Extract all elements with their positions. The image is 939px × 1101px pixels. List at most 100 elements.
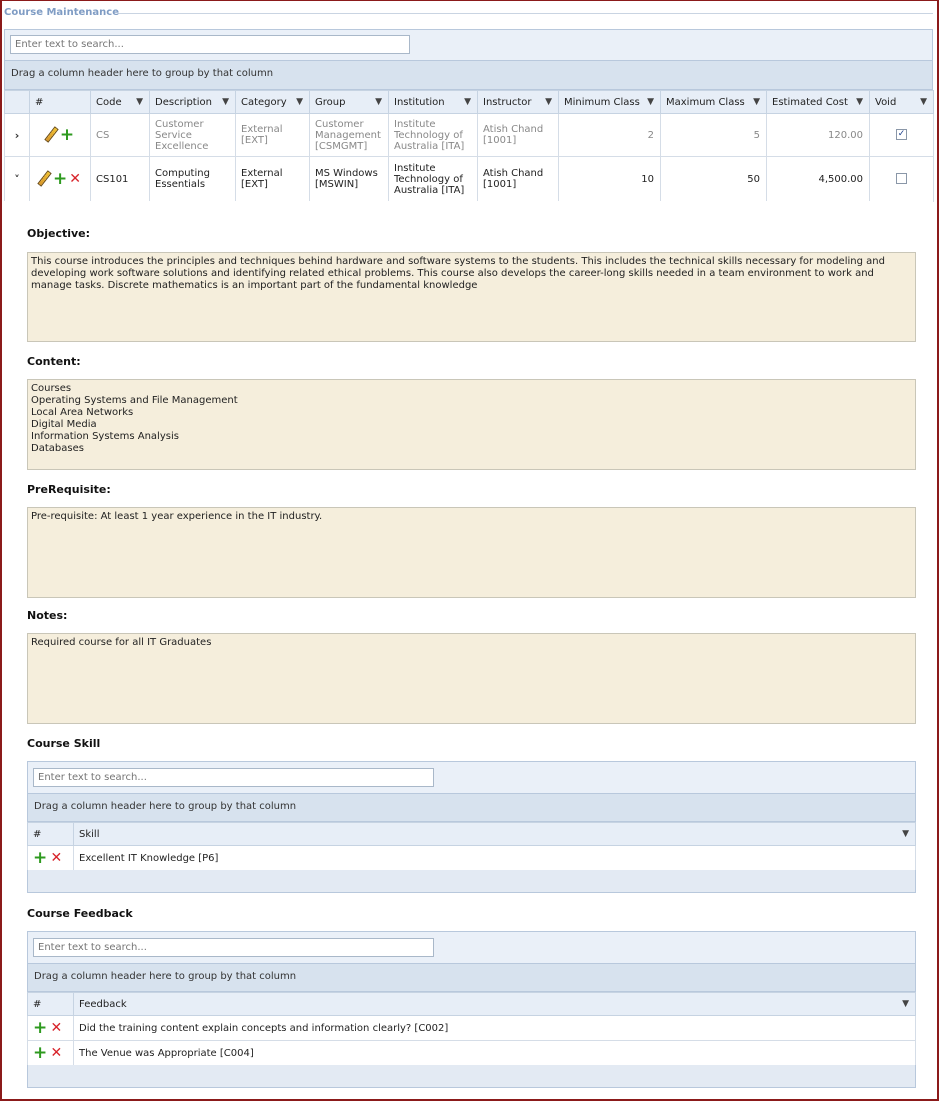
objective-field[interactable]: This course introduces the principles an… bbox=[27, 252, 916, 342]
cell-category: External [EXT] bbox=[235, 156, 310, 202]
header-estimated-cost[interactable]: Estimated Cost ▼ bbox=[766, 90, 870, 114]
feedback-grid-footer bbox=[27, 1065, 916, 1088]
chevron-down-icon[interactable]: ˅ bbox=[14, 173, 20, 186]
header-group[interactable]: Group ▼ bbox=[309, 90, 389, 114]
objective-label: Objective: bbox=[27, 227, 91, 240]
header-number[interactable]: # bbox=[29, 90, 91, 114]
plus-icon[interactable]: + bbox=[33, 848, 47, 868]
cell-description: Computing Essentials bbox=[149, 156, 236, 202]
void-checkbox[interactable] bbox=[896, 173, 907, 185]
filter-icon[interactable]: ▼ bbox=[375, 97, 382, 107]
header-minimum-class[interactable]: Minimum Class ▼ bbox=[558, 90, 661, 114]
skill-group-panel[interactable]: Drag a column header here to group by th… bbox=[27, 794, 916, 822]
plus-icon[interactable]: + bbox=[33, 1043, 47, 1063]
header-instructor[interactable]: Instructor ▼ bbox=[477, 90, 559, 114]
cross-icon[interactable]: ✕ bbox=[50, 850, 62, 866]
header-number[interactable]: # bbox=[27, 822, 74, 846]
filter-icon[interactable]: ▼ bbox=[545, 97, 552, 107]
filter-icon[interactable]: ▼ bbox=[856, 97, 863, 107]
cross-icon[interactable]: ✕ bbox=[69, 171, 81, 187]
content-field[interactable]: Courses Operating Systems and File Manag… bbox=[27, 379, 916, 470]
cell-feedback: Did the training content explain concept… bbox=[73, 1015, 916, 1041]
content-label: Content: bbox=[27, 355, 81, 368]
plus-icon[interactable]: + bbox=[53, 169, 67, 189]
table-row[interactable]: › + CS Customer Service Excellence Exter… bbox=[4, 113, 934, 157]
cell-void bbox=[869, 156, 934, 202]
filter-icon[interactable]: ▼ bbox=[647, 97, 654, 107]
feedback-group-panel[interactable]: Drag a column header here to group by th… bbox=[27, 964, 916, 992]
cell-estimated-cost: 120.00 bbox=[766, 113, 870, 157]
plus-icon[interactable]: + bbox=[33, 1018, 47, 1038]
header-number[interactable]: # bbox=[27, 992, 74, 1016]
filter-icon[interactable]: ▼ bbox=[902, 999, 909, 1009]
row-expander[interactable]: ˅ bbox=[4, 156, 30, 202]
prerequisite-field[interactable]: Pre-requisite: At least 1 year experienc… bbox=[27, 507, 916, 598]
prerequisite-label: PreRequisite: bbox=[27, 483, 111, 496]
main-group-panel[interactable]: Drag a column header here to group by th… bbox=[4, 61, 933, 90]
void-checkbox[interactable]: ✓ bbox=[896, 129, 907, 141]
row-expander[interactable]: › bbox=[4, 113, 30, 157]
feedback-search-input[interactable] bbox=[33, 938, 434, 957]
header-label: Skill bbox=[79, 828, 100, 840]
cross-icon[interactable]: ✕ bbox=[50, 1020, 62, 1036]
cell-group: MS Windows [MSWIN] bbox=[309, 156, 389, 202]
table-row[interactable]: ˅ + ✕ CS101 Computing Essentials External… bbox=[4, 156, 934, 202]
cell-minimum-class: 2 bbox=[558, 113, 661, 157]
cell-group: Customer Management [CSMGMT] bbox=[309, 113, 389, 157]
header-code[interactable]: Code ▼ bbox=[90, 90, 150, 114]
filter-icon[interactable]: ▼ bbox=[136, 97, 143, 107]
cell-estimated-cost: 4,500.00 bbox=[766, 156, 870, 202]
header-label: Maximum Class bbox=[666, 96, 745, 108]
cell-institution: Institute Technology of Australia [ITA] bbox=[388, 113, 478, 157]
filter-icon[interactable]: ▼ bbox=[296, 97, 303, 107]
legend-divider bbox=[118, 13, 933, 14]
cross-icon[interactable]: ✕ bbox=[50, 1045, 62, 1061]
main-search-input[interactable] bbox=[10, 35, 410, 54]
table-row[interactable]: + ✕ The Venue was Appropriate [C004] bbox=[27, 1040, 916, 1066]
row-actions: + ✕ bbox=[27, 845, 74, 871]
filter-icon[interactable]: ▼ bbox=[464, 97, 471, 107]
cell-code: CS101 bbox=[90, 156, 150, 202]
pencil-icon[interactable] bbox=[37, 172, 51, 186]
cell-instructor: Atish Chand [1001] bbox=[477, 113, 559, 157]
header-skill[interactable]: Skill ▼ bbox=[73, 822, 916, 846]
header-label: Instructor bbox=[483, 96, 532, 108]
header-label: Category bbox=[241, 96, 287, 108]
header-label: Group bbox=[315, 96, 346, 108]
skill-search-input[interactable] bbox=[33, 768, 434, 787]
cell-feedback: The Venue was Appropriate [C004] bbox=[73, 1040, 916, 1066]
cell-minimum-class: 10 bbox=[558, 156, 661, 202]
cell-institution: Institute Technology of Australia [ITA] bbox=[388, 156, 478, 202]
filter-icon[interactable]: ▼ bbox=[753, 97, 760, 107]
chevron-right-icon[interactable]: › bbox=[15, 129, 20, 142]
cell-description: Customer Service Excellence bbox=[149, 113, 236, 157]
table-row[interactable]: + ✕ Did the training content explain con… bbox=[27, 1015, 916, 1041]
grid-header-row: # Code ▼ Description ▼ Category ▼ Group ▼ In… bbox=[4, 90, 934, 114]
header-label: Void bbox=[875, 96, 897, 108]
notes-field[interactable]: Required course for all IT Graduates bbox=[27, 633, 916, 724]
page-title: Course Maintenance bbox=[4, 7, 119, 18]
filter-icon[interactable]: ▼ bbox=[902, 829, 909, 839]
table-row[interactable]: + ✕ Excellent IT Knowledge [P6] bbox=[27, 845, 916, 871]
notes-label: Notes: bbox=[27, 609, 68, 622]
row-actions: + ✕ bbox=[27, 1040, 74, 1066]
header-label: Institution bbox=[394, 96, 445, 108]
header-description[interactable]: Description ▼ bbox=[149, 90, 236, 114]
skill-grid: # Skill ▼ + ✕ Excellent IT Knowledge [P6] bbox=[27, 822, 916, 871]
header-maximum-class[interactable]: Maximum Class ▼ bbox=[660, 90, 767, 114]
filter-icon[interactable]: ▼ bbox=[222, 97, 229, 107]
header-label: Minimum Class bbox=[564, 96, 640, 108]
header-category[interactable]: Category ▼ bbox=[235, 90, 310, 114]
header-institution[interactable]: Institution ▼ bbox=[388, 90, 478, 114]
course-grid: # Code ▼ Description ▼ Category ▼ Group ▼ In… bbox=[4, 90, 934, 202]
cell-instructor: Atish Chand [1001] bbox=[477, 156, 559, 202]
header-feedback[interactable]: Feedback ▼ bbox=[73, 992, 916, 1016]
header-label: Estimated Cost bbox=[772, 96, 848, 108]
header-label: Description bbox=[155, 96, 212, 108]
pencil-icon[interactable] bbox=[44, 128, 58, 142]
cell-maximum-class: 50 bbox=[660, 156, 767, 202]
header-label: # bbox=[35, 96, 44, 108]
header-void[interactable]: Void ▼ bbox=[869, 90, 934, 114]
filter-icon[interactable]: ▼ bbox=[920, 97, 927, 107]
plus-icon[interactable]: + bbox=[60, 125, 74, 145]
